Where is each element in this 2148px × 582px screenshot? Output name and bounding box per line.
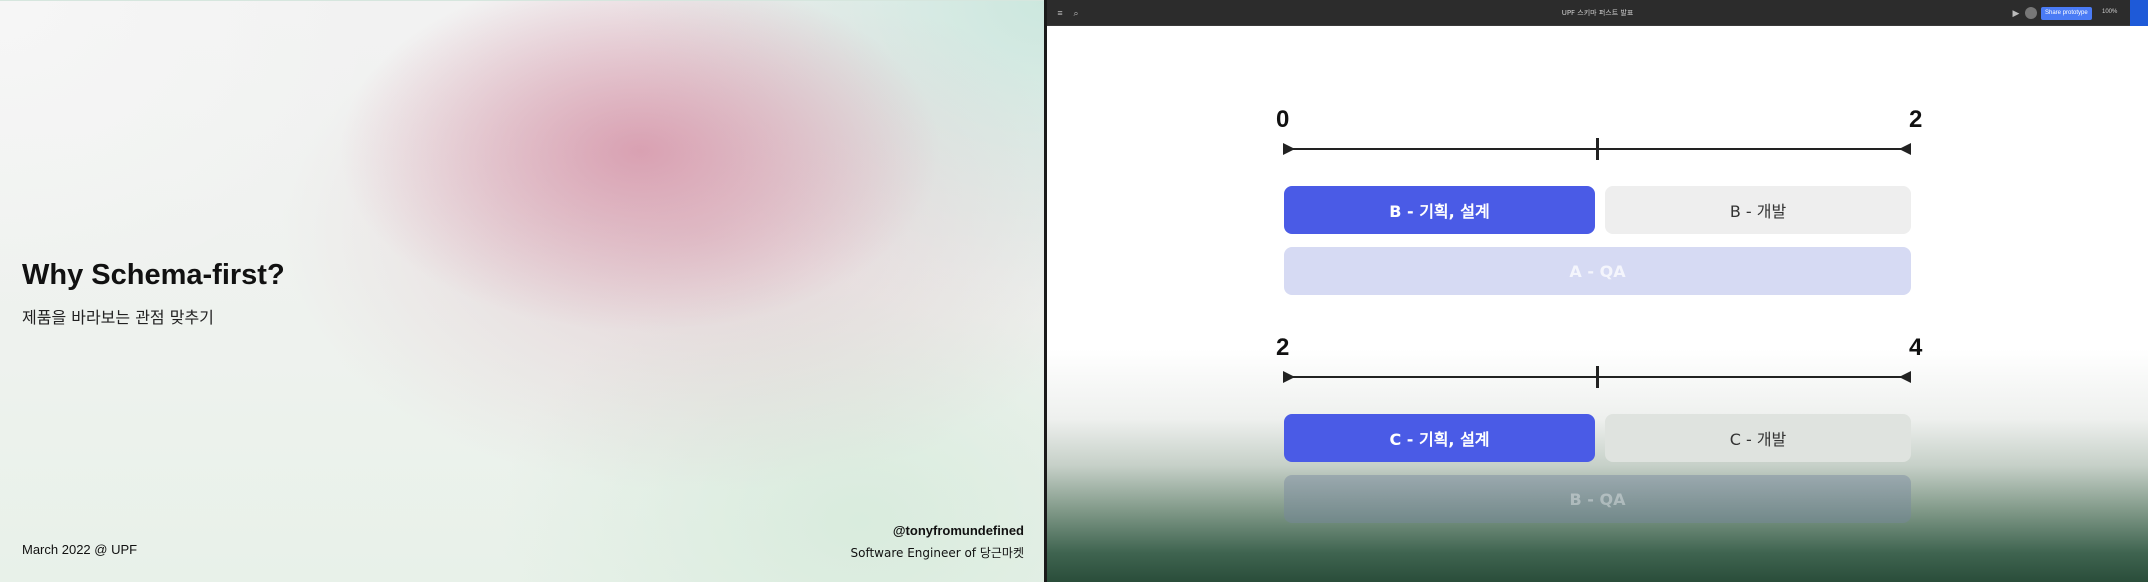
block-label: C - 기획, 설계 [1389, 430, 1490, 449]
play-icon[interactable]: ▶ [2011, 8, 2021, 18]
slide-subtitle: 제품을 바라보는 관점 맞추기 [22, 308, 214, 327]
timeline-1-primary-block[interactable]: B - 기획, 설계 [1284, 186, 1595, 234]
timeline-1-midpoint [1596, 138, 1599, 160]
timeline-2-start-label: 2 [1276, 334, 1290, 361]
timeline-1-start-arrow-icon [1283, 143, 1295, 155]
search-icon[interactable]: ⌕ [1071, 8, 1081, 18]
toolbar: ≡ ⌕ UPF 스키마 퍼스트 발표 ▶ Share prototype 100… [1047, 0, 2148, 26]
timeline-1-end-arrow-icon [1899, 143, 1911, 155]
timeline-2-faded-block[interactable]: B - QA [1284, 475, 1911, 523]
timeline-1-start-label: 0 [1276, 106, 1290, 133]
app-window: ≡ ⌕ UPF 스키마 퍼스트 발표 ▶ Share prototype 100… [1047, 0, 2148, 582]
block-label: C - 개발 [1729, 430, 1787, 449]
block-label: B - QA [1569, 489, 1626, 509]
timeline-2-start-arrow-icon [1283, 371, 1295, 383]
timeline-1-secondary-block[interactable]: B - 개발 [1605, 186, 1911, 234]
share-button[interactable]: Share prototype [2041, 7, 2092, 20]
menu-icon[interactable]: ≡ [1055, 8, 1065, 18]
canvas: 0 2 B - 기획, 설계 B - 개발 A - QA 2 4 C - 기획,… [1047, 26, 2148, 582]
title-slide: Why Schema-first? 제품을 바라보는 관점 맞추기 March … [0, 0, 1044, 582]
block-label: A - QA [1569, 261, 1626, 281]
slide-author: @tonyfromundefined [892, 523, 1024, 538]
timeline-1-faded-block[interactable]: A - QA [1284, 247, 1911, 295]
block-label: B - 개발 [1729, 202, 1787, 221]
zoom-level[interactable]: 100% [2102, 9, 2117, 15]
slide-author-role: Software Engineer of 당근마켓 [850, 546, 1024, 560]
timeline-2-end-label: 4 [1909, 334, 1923, 361]
slide-title: Why Schema-first? [22, 259, 285, 291]
slide-date: March 2022 @ UPF [22, 542, 138, 557]
present-button[interactable] [2130, 0, 2148, 26]
timeline-2-primary-block[interactable]: C - 기획, 설계 [1284, 414, 1595, 462]
avatar[interactable] [2025, 7, 2037, 19]
document-title[interactable]: UPF 스키마 퍼스트 발표 [1562, 8, 1634, 18]
timeline-2-midpoint [1596, 366, 1599, 388]
block-label: B - 기획, 설계 [1389, 202, 1490, 221]
timeline-2-end-arrow-icon [1899, 371, 1911, 383]
timeline-1-end-label: 2 [1909, 106, 1923, 133]
timeline-2-secondary-block[interactable]: C - 개발 [1605, 414, 1911, 462]
